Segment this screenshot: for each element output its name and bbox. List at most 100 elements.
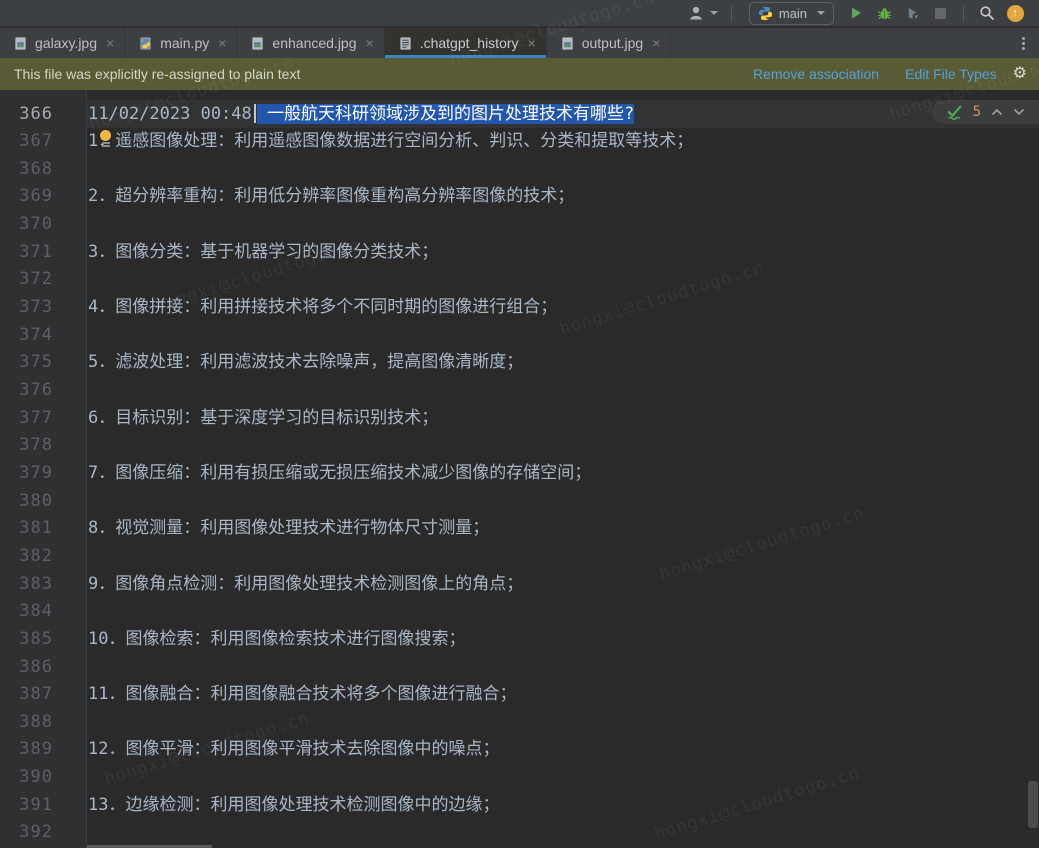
line-number[interactable]: 380 (19, 487, 53, 515)
editor-line[interactable]: 3．图像分类：基于机器学习的图像分类技术； (87, 238, 1039, 266)
close-icon[interactable]: × (218, 35, 226, 51)
tab-chatgpt-history[interactable]: .chatgpt_history × (385, 28, 547, 58)
line-number[interactable]: 391 (19, 791, 53, 819)
editor-line[interactable]: 12．图像平滑：利用图像平滑技术去除图像中的噪点； (87, 735, 1039, 763)
file-type-banner: This file was explicitly re-assigned to … (0, 58, 1039, 90)
editor-line[interactable] (87, 818, 1039, 846)
prev-problem-button[interactable] (991, 108, 1003, 116)
update-notification-button[interactable]: ↑ (1003, 2, 1027, 24)
editor-line[interactable]: 4．图像拼接：利用拼接技术将多个不同时期的图像进行组合； (87, 293, 1039, 321)
toolbar-separator (731, 5, 732, 22)
user-menu[interactable] (684, 2, 722, 24)
editor-line[interactable] (87, 653, 1039, 681)
more-vertical-icon[interactable] (1008, 37, 1039, 50)
line-number[interactable]: 388 (19, 708, 53, 736)
run-button[interactable] (844, 2, 868, 24)
editor-line[interactable]: 9．图像角点检测：利用图像处理技术检测图像上的角点； (87, 570, 1039, 598)
stop-button[interactable] (928, 2, 952, 24)
stop-icon (935, 8, 946, 19)
close-icon[interactable]: × (652, 35, 660, 51)
tab-main-py[interactable]: main.py × (125, 28, 237, 58)
line-number[interactable]: 377 (19, 404, 53, 432)
editor-line[interactable]: 13．边缘检测：利用图像处理技术检测图像中的边缘； (87, 791, 1039, 819)
line-number[interactable]: 379 (19, 459, 53, 487)
gear-icon[interactable]: ⚙ (1013, 66, 1027, 82)
line-number[interactable]: 369 (19, 182, 53, 210)
close-icon[interactable]: × (528, 35, 536, 51)
intention-bulb-icon[interactable] (99, 130, 113, 148)
line-number[interactable]: 384 (19, 597, 53, 625)
line-number[interactable]: 389 (19, 735, 53, 763)
editor-line[interactable] (87, 210, 1039, 238)
profiler-icon (905, 6, 920, 21)
line-number[interactable]: 381 (19, 514, 53, 542)
line-number[interactable]: 378 (19, 431, 53, 459)
edit-file-types-link[interactable]: Edit File Types (905, 66, 997, 82)
editor-line[interactable] (87, 708, 1039, 736)
editor-line[interactable] (87, 321, 1039, 349)
editor-line[interactable] (87, 431, 1039, 459)
remove-association-link[interactable]: Remove association (753, 66, 879, 82)
editor-line[interactable] (87, 155, 1039, 183)
inspections-widget[interactable]: 5 (932, 100, 1039, 124)
image-file-icon (250, 36, 265, 51)
editor-line[interactable] (87, 597, 1039, 625)
inspections-ok-icon (946, 104, 963, 121)
toolbar-separator (963, 5, 964, 22)
editor-line[interactable] (87, 376, 1039, 404)
editor-line[interactable]: 8．视觉测量：利用图像处理技术进行物体尺寸测量； (87, 514, 1039, 542)
python-icon (758, 6, 773, 21)
line-number[interactable]: 385 (19, 625, 53, 653)
tab-bar-spacer (671, 28, 1008, 58)
debug-button[interactable] (872, 2, 896, 24)
profiler-button[interactable] (900, 2, 924, 24)
run-config-selector[interactable]: main (749, 2, 834, 25)
tab-galaxy-jpg[interactable]: galaxy.jpg × (0, 28, 125, 58)
line-number[interactable]: 368 (19, 155, 53, 183)
editor-line[interactable] (87, 265, 1039, 293)
editor-line[interactable]: 11．图像融合：利用图像融合技术将多个图像进行融合； (87, 680, 1039, 708)
tab-output-jpg[interactable]: output.jpg × (547, 28, 672, 58)
line-number[interactable]: 371 (19, 238, 53, 266)
main-toolbar: main (0, 0, 1039, 27)
line-number[interactable]: 375 (19, 348, 53, 376)
line-number[interactable]: 386 (19, 653, 53, 681)
tab-label: main.py (160, 35, 209, 51)
editor-line[interactable] (87, 487, 1039, 515)
editor-line[interactable]: 10．图像检索：利用图像检索技术进行图像搜索； (87, 625, 1039, 653)
line-number[interactable]: 387 (19, 680, 53, 708)
line-number[interactable]: 372 (19, 265, 53, 293)
close-icon[interactable]: × (366, 35, 374, 51)
tab-label: .chatgpt_history (420, 35, 519, 51)
editor-pane[interactable]: 3663673683693703713723733743753763773783… (0, 90, 1039, 848)
line-number[interactable]: 392 (19, 818, 53, 846)
line-number[interactable]: 383 (19, 570, 53, 598)
close-icon[interactable]: × (106, 35, 114, 51)
line-number[interactable]: 367 (19, 127, 53, 155)
editor-tab-bar: galaxy.jpg × main.py × enhanced.jpg × (0, 28, 1039, 58)
editor-line[interactable]: 7．图像压缩：利用有损压缩或无损压缩技术减少图像的存储空间； (87, 459, 1039, 487)
line-number[interactable]: 382 (19, 542, 53, 570)
line-number[interactable]: 366 (19, 100, 53, 128)
chevron-down-icon (710, 11, 718, 15)
editor-line[interactable]: 5．滤波处理：利用滤波技术去除噪声，提高图像清晰度； (87, 348, 1039, 376)
line-number[interactable]: 370 (19, 210, 53, 238)
run-icon (849, 6, 863, 20)
editor-line[interactable]: 6．目标识别：基于深度学习的目标识别技术； (87, 404, 1039, 432)
tab-enhanced-jpg[interactable]: enhanced.jpg × (237, 28, 384, 58)
editor-line[interactable] (87, 763, 1039, 791)
line-number[interactable]: 373 (19, 293, 53, 321)
debug-icon (877, 6, 892, 21)
line-number[interactable]: 390 (19, 763, 53, 791)
search-everywhere-button[interactable] (975, 2, 999, 24)
editor-line[interactable]: 1．遥感图像处理：利用遥感图像数据进行空间分析、判识、分类和提取等技术； (87, 127, 1039, 155)
editor-line[interactable] (87, 542, 1039, 570)
editor-content[interactable]: 11/02/2023 00:48 一般航天科研领域涉及到的图片处理技术有哪些?1… (87, 90, 1039, 848)
editor-line[interactable]: 2．超分辨率重构：利用低分辨率图像重构高分辨率图像的技术； (87, 182, 1039, 210)
next-problem-button[interactable] (1013, 108, 1025, 116)
line-number[interactable]: 376 (19, 376, 53, 404)
vertical-scrollbar-thumb[interactable] (1028, 781, 1038, 828)
image-file-icon (560, 36, 575, 51)
editor-line[interactable]: 11/02/2023 00:48 一般航天科研领域涉及到的图片处理技术有哪些? (87, 100, 1039, 128)
line-number[interactable]: 374 (19, 321, 53, 349)
